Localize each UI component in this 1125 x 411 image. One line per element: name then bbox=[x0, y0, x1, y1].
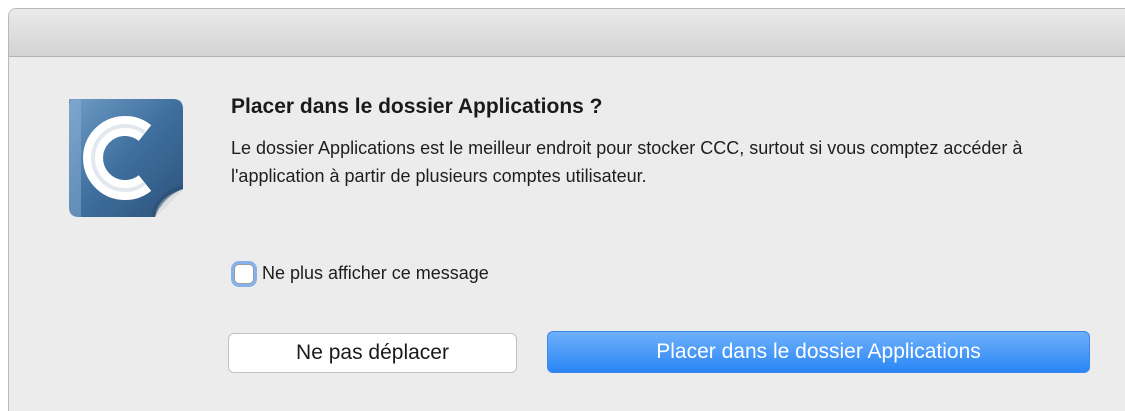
dont-show-again-checkbox[interactable] bbox=[234, 263, 254, 284]
alert-dialog: Placer dans le dossier Applications ? Le… bbox=[8, 8, 1125, 411]
title-bar bbox=[9, 9, 1125, 57]
dont-move-button[interactable]: Ne pas déplacer bbox=[228, 333, 517, 373]
dont-show-again-option[interactable]: Ne plus afficher ce message bbox=[234, 263, 489, 284]
dont-show-again-label[interactable]: Ne plus afficher ce message bbox=[262, 263, 489, 284]
ccc-app-icon bbox=[59, 93, 189, 223]
dialog-message: Le dossier Applications est le meilleur … bbox=[231, 138, 1023, 186]
move-to-applications-button[interactable]: Placer dans le dossier Applications bbox=[547, 331, 1090, 373]
dialog-title: Placer dans le dossier Applications ? bbox=[231, 95, 603, 118]
message-area: Placer dans le dossier Applications ? Le… bbox=[231, 94, 1111, 190]
